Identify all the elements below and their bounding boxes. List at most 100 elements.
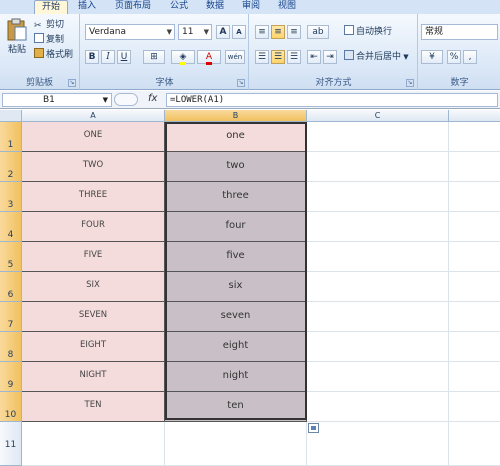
cell-d[interactable]	[449, 122, 500, 152]
cell-c[interactable]	[307, 362, 449, 392]
border-button[interactable]: ⊞	[143, 50, 165, 64]
cell-b[interactable]: ten	[165, 392, 307, 422]
italic-button[interactable]: I	[101, 50, 115, 64]
align-left-button[interactable]: ☰	[255, 50, 269, 64]
cell-b[interactable]: seven	[165, 302, 307, 332]
insert-function-icon[interactable]: fx	[148, 93, 157, 104]
cell-c[interactable]	[307, 392, 449, 422]
column-header-b[interactable]: B	[165, 110, 307, 122]
cell-c[interactable]	[307, 242, 449, 272]
format-painter-button[interactable]: 格式刷	[34, 48, 73, 63]
tab-home[interactable]: 开始	[34, 0, 68, 14]
font-launcher-icon[interactable]: ↘	[237, 79, 245, 87]
column-header-a[interactable]: A	[22, 110, 165, 122]
font-size-combo[interactable]: 11 ▼	[178, 24, 212, 40]
currency-button[interactable]: ¥	[421, 50, 443, 64]
increase-indent-button[interactable]: ⇥	[323, 50, 337, 64]
alignment-launcher-icon[interactable]: ↘	[406, 79, 414, 87]
cell-b[interactable]: night	[165, 362, 307, 392]
cell-d[interactable]	[449, 242, 500, 272]
cell-d[interactable]	[449, 212, 500, 242]
cell-c[interactable]	[307, 302, 449, 332]
wrap-text-button[interactable]: 自动换行	[344, 25, 392, 40]
row-header[interactable]: 3	[0, 182, 22, 212]
orientation-button[interactable]: ab	[307, 25, 329, 39]
cell-a[interactable]: NIGHT	[22, 362, 165, 392]
cell-b[interactable]	[165, 422, 307, 466]
fill-color-button[interactable]: ◈	[171, 50, 195, 65]
cell-b[interactable]: one	[165, 122, 307, 152]
row-header[interactable]: 11	[0, 422, 22, 466]
row-header[interactable]: 7	[0, 302, 22, 332]
row-header[interactable]: 1	[0, 122, 22, 152]
cell-b[interactable]: three	[165, 182, 307, 212]
merge-center-button[interactable]: 合并后居中 ▼	[344, 50, 409, 65]
cell-d[interactable]	[449, 302, 500, 332]
tab-insert[interactable]: 插入	[72, 0, 102, 14]
cell-b[interactable]: four	[165, 212, 307, 242]
cell-a[interactable]: FOUR	[22, 212, 165, 242]
tab-view[interactable]: 视图	[272, 0, 302, 14]
cell-d[interactable]	[449, 332, 500, 362]
paste-button[interactable]: 粘贴	[4, 18, 30, 68]
comma-button[interactable]: ,	[463, 50, 477, 64]
cell-d[interactable]	[449, 392, 500, 422]
underline-button[interactable]: U	[117, 50, 131, 64]
row-header[interactable]: 10	[0, 392, 22, 422]
cell-c[interactable]	[307, 272, 449, 302]
align-top-button[interactable]: ≡	[255, 25, 269, 39]
select-all-corner[interactable]	[0, 110, 22, 122]
cell-c[interactable]	[307, 212, 449, 242]
clipboard-launcher-icon[interactable]: ↘	[68, 79, 76, 87]
cell-c[interactable]	[307, 332, 449, 362]
tab-page-layout[interactable]: 页面布局	[108, 0, 158, 14]
font-name-combo[interactable]: Verdana ▼	[85, 24, 175, 40]
cell-d[interactable]	[449, 422, 500, 466]
align-middle-button[interactable]: ≡	[271, 25, 285, 39]
cell-a[interactable]: TWO	[22, 152, 165, 182]
cell-b[interactable]: eight	[165, 332, 307, 362]
paste-options-icon[interactable]	[308, 423, 319, 433]
bold-button[interactable]: B	[85, 50, 99, 64]
cell-a[interactable]: FIVE	[22, 242, 165, 272]
cut-button[interactable]: ✂ 剪切	[34, 18, 64, 33]
copy-button[interactable]: 复制	[34, 33, 64, 48]
row-header[interactable]: 5	[0, 242, 22, 272]
percent-button[interactable]: %	[447, 50, 461, 64]
phonetic-button[interactable]: wén	[225, 50, 245, 64]
cell-b[interactable]: two	[165, 152, 307, 182]
cell-c[interactable]	[307, 182, 449, 212]
decrease-indent-button[interactable]: ⇤	[307, 50, 321, 64]
tab-formulas[interactable]: 公式	[164, 0, 194, 14]
cell-a[interactable]: TEN	[22, 392, 165, 422]
cell-a[interactable]: ONE	[22, 122, 165, 152]
cell-b[interactable]: six	[165, 272, 307, 302]
cell-d[interactable]	[449, 182, 500, 212]
number-format-combo[interactable]: 常规	[421, 24, 498, 40]
cell-d[interactable]	[449, 272, 500, 302]
column-header-c[interactable]: C	[307, 110, 449, 122]
column-header-d[interactable]	[449, 110, 500, 122]
cell-a[interactable]: SIX	[22, 272, 165, 302]
cell-d[interactable]	[449, 362, 500, 392]
row-header[interactable]: 6	[0, 272, 22, 302]
row-header[interactable]: 9	[0, 362, 22, 392]
cell-d[interactable]	[449, 152, 500, 182]
align-bottom-button[interactable]: ≡	[287, 25, 301, 39]
cell-a[interactable]: SEVEN	[22, 302, 165, 332]
name-box[interactable]: B1 ▼	[2, 93, 112, 107]
cell-c[interactable]	[307, 422, 449, 466]
cell-c[interactable]	[307, 122, 449, 152]
row-header[interactable]: 8	[0, 332, 22, 362]
formula-input[interactable]: =LOWER(A1)	[166, 93, 498, 107]
grow-font-button[interactable]: A	[216, 25, 230, 39]
cell-a[interactable]: THREE	[22, 182, 165, 212]
align-right-button[interactable]: ☰	[287, 50, 301, 64]
cell-b[interactable]: five	[165, 242, 307, 272]
row-header[interactable]: 2	[0, 152, 22, 182]
worksheet-grid[interactable]: A B C 1 ONE one 2 TWO two 3 THREE three 4 FOUR four…	[0, 110, 500, 466]
cell-a[interactable]: EIGHT	[22, 332, 165, 362]
font-color-button[interactable]: A	[197, 50, 221, 65]
tab-review[interactable]: 审阅	[236, 0, 266, 14]
align-center-button[interactable]: ☰	[271, 50, 285, 64]
